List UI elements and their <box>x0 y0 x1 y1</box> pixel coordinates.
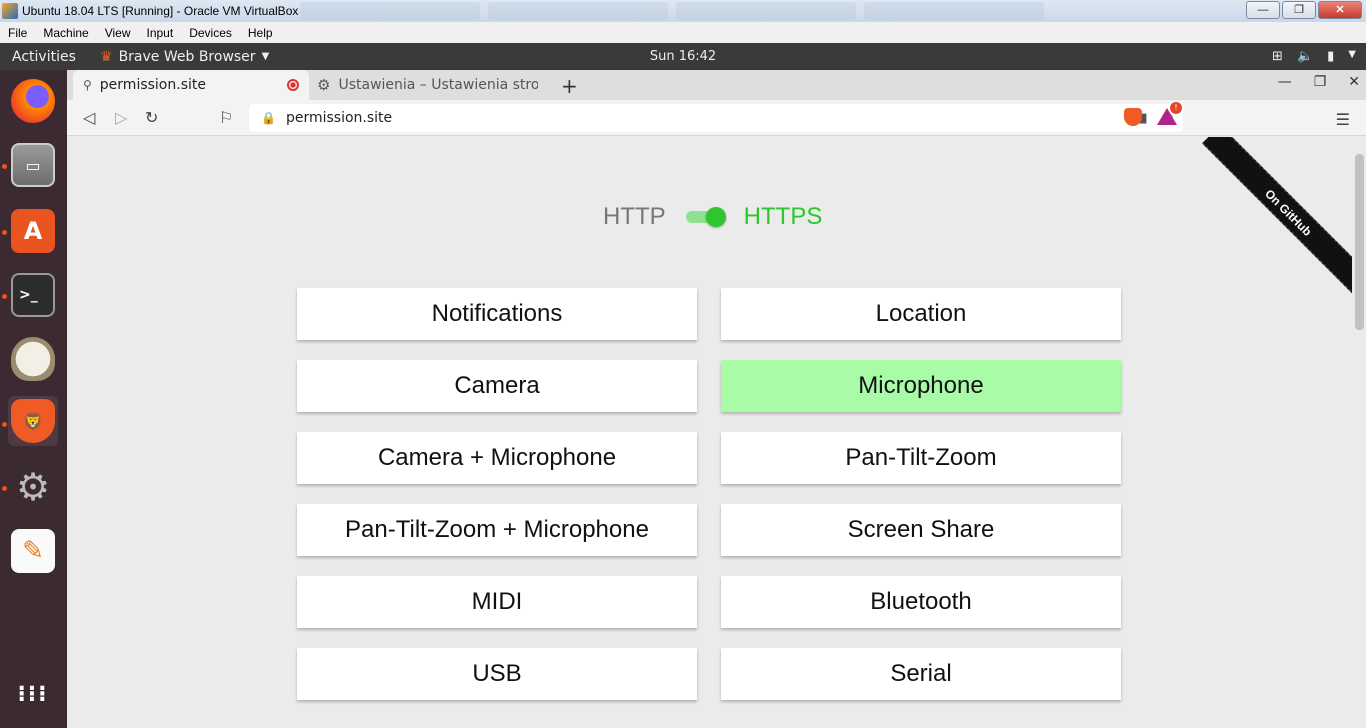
scrollbar-thumb[interactable] <box>1355 154 1364 330</box>
running-indicator <box>2 486 7 491</box>
dock-firefox[interactable] <box>8 76 58 126</box>
https-label[interactable]: HTTPS <box>744 203 823 231</box>
dock-software[interactable]: A <box>8 206 58 256</box>
firefox-icon <box>11 79 55 123</box>
address-bar[interactable]: 🔒 permission.site ■ ⧉ <box>249 104 1183 132</box>
background-window-tabs <box>300 2 1044 20</box>
menu-devices[interactable]: Devices <box>181 26 240 40</box>
chevron-down-icon: ▼ <box>261 51 270 62</box>
permission-button-notifications[interactable]: Notifications <box>297 288 697 340</box>
minimize-icon[interactable]: — <box>1278 74 1292 90</box>
url-text: permission.site <box>285 110 393 126</box>
permission-button-microphone[interactable]: Microphone <box>721 360 1121 412</box>
close-icon[interactable]: ✕ <box>1348 74 1360 90</box>
activities-button[interactable]: Activities <box>0 49 100 65</box>
menu-machine[interactable]: Machine <box>35 26 96 40</box>
show-applications-button[interactable]: ⁝⁝⁝ <box>8 670 58 720</box>
terminal-icon: >_ <box>11 273 55 317</box>
https-toggle[interactable] <box>685 207 726 227</box>
text-editor-icon: ✎ <box>11 529 55 573</box>
menu-input[interactable]: Input <box>139 26 182 40</box>
permission-button-usb[interactable]: USB <box>297 648 697 700</box>
http-label[interactable]: HTTP <box>603 203 666 231</box>
reload-button[interactable]: ↻ <box>145 108 158 127</box>
permission-buttons-grid: Notifications Location Camera Microphone Cam… <box>297 288 1121 700</box>
brave-rewards-icon[interactable]: ! <box>1157 102 1182 126</box>
window-title: Ubuntu 18.04 LTS [Running] - Oracle VM V… <box>22 4 299 18</box>
rewards-badge: ! <box>1170 102 1182 114</box>
virtualbox-menu-bar: File Machine View Input Devices Help <box>0 22 1366 43</box>
dock-text-editor[interactable]: ✎ <box>8 526 58 576</box>
virtualbox-icon <box>2 3 18 19</box>
browser-window-controls: — ❐ ✕ <box>1278 74 1360 90</box>
brave-shields-icon[interactable] <box>1124 108 1142 126</box>
running-indicator <box>2 230 7 235</box>
dock-files[interactable]: ▭ <box>8 140 58 190</box>
permission-button-screen-share[interactable]: Screen Share <box>721 504 1121 556</box>
page-scrollbar[interactable] <box>1352 137 1366 728</box>
minimize-button[interactable]: — <box>1246 1 1280 19</box>
permission-button-location[interactable]: Location <box>721 288 1121 340</box>
virtualbox-title-bar: Ubuntu 18.04 LTS [Running] - Oracle VM V… <box>0 0 1366 22</box>
running-indicator <box>2 422 7 427</box>
window-controls: — ❐ ✕ <box>1246 1 1362 19</box>
tab-label: Ustawienia – Ustawienia stron <box>338 77 539 93</box>
menu-view[interactable]: View <box>97 26 139 40</box>
permission-button-camera[interactable]: Camera <box>297 360 697 412</box>
dock-brave[interactable]: 🦁 <box>8 396 58 446</box>
running-indicator <box>2 164 7 169</box>
forward-button[interactable]: ▷ <box>115 108 127 127</box>
dock-settings[interactable]: ⚙ <box>8 462 58 512</box>
permission-button-pan-tilt-zoom-microphone[interactable]: Pan-Tilt-Zoom + Microphone <box>297 504 697 556</box>
menu-help[interactable]: Help <box>240 26 281 40</box>
chevron-down-icon: ▼ <box>1348 49 1356 60</box>
new-tab-button[interactable]: + <box>561 74 578 98</box>
dock-gimp[interactable] <box>8 334 58 384</box>
permission-button-serial[interactable]: Serial <box>721 648 1121 700</box>
gear-icon: ⚙ <box>317 76 331 94</box>
system-tray[interactable]: ⊞ 🔈 ▮ ▼ <box>1272 49 1356 64</box>
battery-icon: ▮ <box>1327 49 1335 64</box>
brave-icon: 🦁 <box>11 399 55 443</box>
site-settings-icon: ⚲ <box>83 78 92 92</box>
permission-button-pan-tilt-zoom[interactable]: Pan-Tilt-Zoom <box>721 432 1121 484</box>
page-content: HTTP HTTPS Notifications Location Camera Mi… <box>67 137 1352 728</box>
software-center-icon: A <box>11 209 55 253</box>
restore-icon[interactable]: ❐ <box>1314 74 1327 90</box>
ubuntu-dock: ▭ A >_ 🦁 ⚙ ✎ ⁝⁝⁝ <box>0 70 67 728</box>
permission-button-camera-microphone[interactable]: Camera + Microphone <box>297 432 697 484</box>
back-button[interactable]: ◁ <box>83 108 95 127</box>
settings-gear-icon: ⚙ <box>15 465 51 509</box>
menu-file[interactable]: File <box>0 26 35 40</box>
dock-terminal[interactable]: >_ <box>8 270 58 320</box>
ubuntu-top-bar: Activities ♛ Brave Web Browser ▼ Sun 16:… <box>0 43 1366 70</box>
permission-button-bluetooth[interactable]: Bluetooth <box>721 576 1121 628</box>
lock-icon[interactable]: 🔒 <box>261 111 276 125</box>
app-grid-icon: ⁝⁝⁝ <box>17 682 49 707</box>
maximize-button[interactable]: ❐ <box>1282 1 1316 19</box>
files-icon: ▭ <box>11 143 55 187</box>
recording-indicator-icon <box>287 79 299 91</box>
github-ribbon[interactable]: On GitHub <box>1202 137 1352 299</box>
bookmark-icon[interactable]: ⚐ <box>219 108 233 127</box>
volume-icon: 🔈 <box>1296 49 1314 64</box>
gimp-icon <box>11 337 55 381</box>
app-menu-label: Brave Web Browser <box>118 48 256 65</box>
brave-lion-icon: ♛ <box>100 48 113 65</box>
tab-label: permission.site <box>99 77 206 93</box>
permission-button-midi[interactable]: MIDI <box>297 576 697 628</box>
tab-settings[interactable]: ⚙ Ustawienia – Ustawienia stron <box>311 70 551 100</box>
protocol-switch: HTTP HTTPS <box>603 203 822 231</box>
close-button[interactable]: ✕ <box>1318 1 1362 19</box>
network-icon: ⊞ <box>1272 49 1283 64</box>
app-menu[interactable]: ♛ Brave Web Browser ▼ <box>100 49 269 65</box>
running-indicator <box>2 294 7 299</box>
brave-browser-window: ⚲ permission.site ⚙ Ustawienia – Ustawie… <box>67 70 1366 728</box>
hamburger-menu-icon[interactable]: ☰ <box>1336 110 1350 129</box>
tab-permission-site[interactable]: ⚲ permission.site <box>73 70 309 100</box>
tab-strip: ⚲ permission.site ⚙ Ustawienia – Ustawie… <box>67 70 1366 100</box>
